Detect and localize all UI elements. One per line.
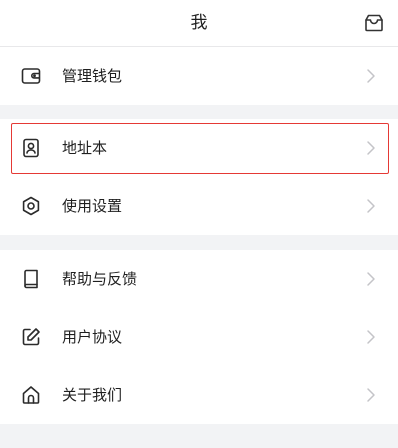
menu-item-user-agreement[interactable]: 用户协议: [0, 308, 398, 366]
menu-group-wallet: 管理钱包: [0, 47, 398, 105]
menu-item-label: 帮助与反馈: [62, 270, 138, 288]
gear-icon: [22, 196, 40, 216]
page-title: 我: [190, 13, 208, 33]
menu-item-label: 用户协议: [62, 328, 123, 346]
menu-group-settings: 地址本 使用设置: [0, 119, 398, 235]
menu-item-about-us[interactable]: 关于我们: [0, 366, 398, 424]
menu-group-help: 帮助与反馈 用户协议 关于我们: [0, 250, 398, 424]
home-icon: [22, 386, 40, 404]
chevron-right-icon: [367, 272, 375, 286]
menu-item-manage-wallet[interactable]: 管理钱包: [0, 47, 398, 105]
inbox-button[interactable]: [362, 11, 386, 35]
inbox-icon: [365, 14, 383, 32]
menu-item-label: 地址本: [62, 139, 108, 157]
chevron-right-icon: [367, 199, 375, 213]
address-book-icon: [23, 138, 39, 158]
edit-icon: [22, 328, 40, 346]
chevron-right-icon: [367, 141, 375, 155]
menu-item-label: 管理钱包: [62, 67, 123, 85]
menu-item-address-book[interactable]: 地址本: [0, 119, 398, 177]
wallet-icon: [21, 68, 41, 84]
chevron-right-icon: [367, 69, 375, 83]
top-bar: 我: [0, 0, 398, 46]
menu-item-settings[interactable]: 使用设置: [0, 177, 398, 235]
chevron-right-icon: [367, 330, 375, 344]
menu-item-help-feedback[interactable]: 帮助与反馈: [0, 250, 398, 308]
chevron-right-icon: [367, 388, 375, 402]
book-icon: [24, 269, 38, 289]
menu-item-label: 使用设置: [62, 197, 123, 215]
menu-item-label: 关于我们: [62, 386, 123, 404]
